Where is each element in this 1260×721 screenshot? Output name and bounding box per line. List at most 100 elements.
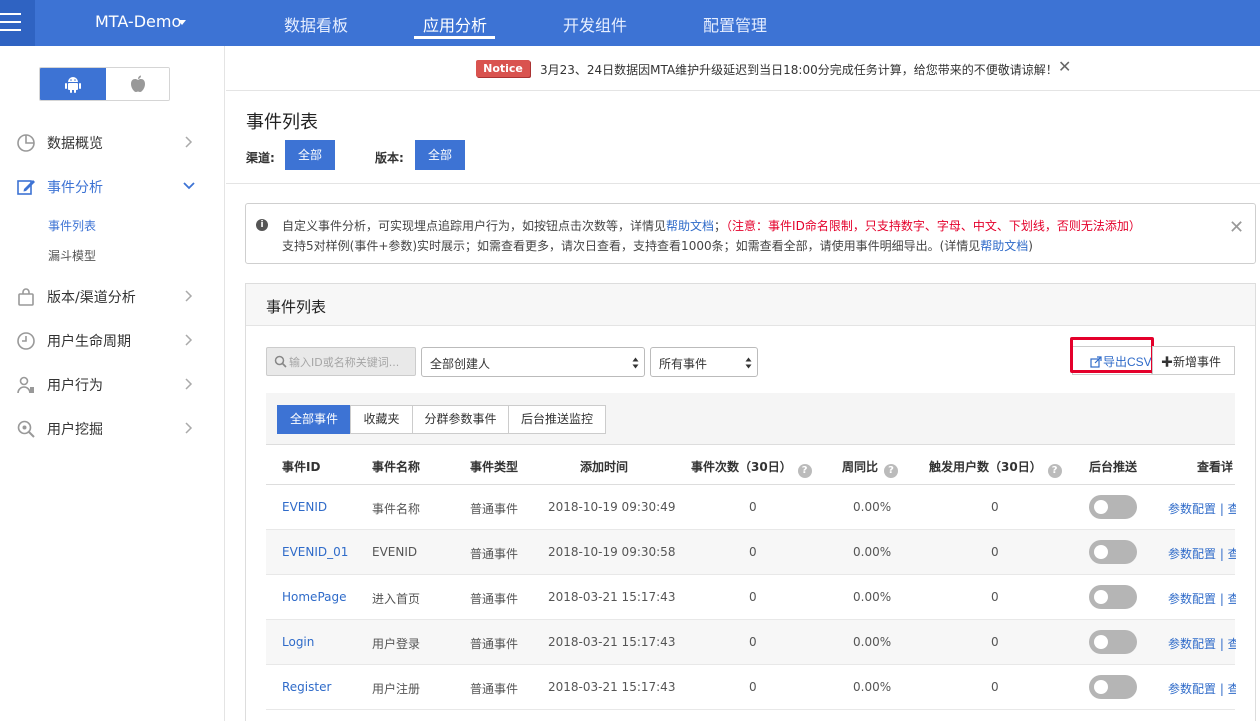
week-over-week: 0.00% <box>853 635 892 649</box>
toggle-knob <box>1094 545 1108 559</box>
panel-title: 事件列表 <box>266 298 327 316</box>
event-id-link[interactable]: Login <box>282 635 314 649</box>
table-row: EVENID_01 EVENID 普通事件 2018-10-19 09:30:58 0 0… <box>266 530 1240 575</box>
chevron-down-icon <box>183 182 195 190</box>
edit-icon <box>17 180 35 195</box>
toggle-knob <box>1094 590 1108 604</box>
event-id-link[interactable]: EVENID_01 <box>282 545 348 559</box>
event-type: 普通事件 <box>470 592 519 606</box>
sidebar-item-version-channel[interactable]: 版本/渠道分析 <box>0 282 225 312</box>
caret-down-icon[interactable] <box>178 20 186 25</box>
param-config-link[interactable]: 参数配置 | 查 <box>1168 545 1240 562</box>
panel-header: 事件列表 <box>246 284 1255 326</box>
magnify-icon <box>17 420 35 438</box>
col-event-name: 事件名称 <box>372 460 421 474</box>
export-label: 导出CSV <box>1103 355 1152 369</box>
close-icon[interactable]: ✕ <box>1229 217 1244 238</box>
sidebar-item-user-behavior[interactable]: 用户行为 <box>0 370 225 400</box>
tab-favorites[interactable]: 收藏夹 <box>350 405 413 434</box>
trigger-users: 0 <box>991 545 999 559</box>
page-header: 事件列表 渠道: 全部 版本: 全部 <box>226 91 1260 184</box>
table-row: Login 用户登录 普通事件 2018-03-21 15:17:43 0 0.00% 0 参… <box>266 620 1240 665</box>
add-event-button[interactable]: ✚新增事件 <box>1152 346 1235 375</box>
bag-icon <box>18 288 34 306</box>
info-text: 自定义事件分析，可实现埋点追踪用户行为，如按钮点击次数等，详情见 <box>282 219 667 233</box>
trigger-users: 0 <box>991 680 999 694</box>
event-type: 普通事件 <box>470 637 519 651</box>
info-text: ) <box>1028 239 1033 253</box>
channel-all-button[interactable]: 全部 <box>285 140 335 170</box>
export-csv-button[interactable]: 导出CSV <box>1072 346 1152 375</box>
push-toggle[interactable] <box>1089 585 1137 609</box>
week-over-week: 0.00% <box>853 500 892 514</box>
ios-platform-button[interactable] <box>106 68 169 100</box>
col-trigger-users: 触发用户数（30日）? <box>929 458 1062 478</box>
search-icon <box>274 355 287 368</box>
nav-config[interactable]: 配置管理 <box>703 12 767 36</box>
creator-select[interactable]: 全部创建人 <box>421 347 645 377</box>
android-platform-button[interactable] <box>40 68 106 100</box>
toggle-knob <box>1094 500 1108 514</box>
push-toggle[interactable] <box>1089 630 1137 654</box>
nav-dev-components[interactable]: 开发组件 <box>563 12 627 36</box>
info-line-2: 支持5对样例(事件+参数)实时展示；如需查看更多，请次日查看，支持查看1000条… <box>282 237 1033 254</box>
event-id-link[interactable]: Register <box>282 680 331 694</box>
submenu-funnel-model[interactable]: 漏斗模型 <box>48 247 96 264</box>
tab-all-events[interactable]: 全部事件 <box>277 405 351 434</box>
version-all-button[interactable]: 全部 <box>415 140 465 170</box>
event-id-link[interactable]: EVENID <box>282 500 327 514</box>
sidebar-item-event-analysis[interactable]: 事件分析 <box>0 172 225 202</box>
notice-close-icon[interactable]: ✕ <box>1058 57 1071 76</box>
sidebar-item-user-mining[interactable]: 用户挖掘 <box>0 414 225 444</box>
help-icon[interactable]: ? <box>797 464 812 478</box>
pie-chart-icon <box>17 134 35 152</box>
push-toggle[interactable] <box>1089 540 1137 564</box>
hamburger-menu-icon[interactable] <box>0 0 35 46</box>
info-text: 支持5对样例(事件+参数)实时展示；如需查看更多，请次日查看，支持查看1000条… <box>282 239 981 253</box>
event-list-panel: 事件列表 全部创建人 所有事件 导出CSV ✚新增事件 全部事件 收藏夹 分群参… <box>245 283 1256 721</box>
export-icon <box>1090 356 1102 368</box>
notice-badge: Notice <box>476 60 530 77</box>
event-type-select[interactable]: 所有事件 <box>650 347 758 377</box>
scrollbar[interactable] <box>1236 445 1254 721</box>
event-id-link[interactable]: HomePage <box>282 590 347 604</box>
android-icon <box>65 77 81 93</box>
trigger-users: 0 <box>991 635 999 649</box>
event-count: 0 <box>749 590 757 604</box>
help-icon[interactable]: ? <box>1047 464 1062 478</box>
event-name: 进入首页 <box>372 592 421 606</box>
select-value: 所有事件 <box>659 357 708 371</box>
event-name: EVENID <box>372 545 418 559</box>
chevron-right-icon <box>185 290 193 302</box>
app-switcher[interactable]: MTA-Demo <box>95 12 181 31</box>
week-over-week: 0.00% <box>853 680 892 694</box>
param-config-link[interactable]: 参数配置 | 查 <box>1168 590 1240 607</box>
nav-app-analysis[interactable]: 应用分析 <box>423 12 487 36</box>
sidebar-item-label: 用户行为 <box>47 378 103 394</box>
param-config-link[interactable]: 参数配置 | 查 <box>1168 500 1240 517</box>
param-config-link[interactable]: 参数配置 | 查 <box>1168 635 1240 652</box>
push-toggle[interactable] <box>1089 495 1137 519</box>
sidebar-item-label: 版本/渠道分析 <box>47 290 136 306</box>
week-over-week: 0.00% <box>853 545 892 559</box>
push-toggle[interactable] <box>1089 675 1137 699</box>
tab-push-monitor[interactable]: 后台推送监控 <box>508 405 606 434</box>
submenu-event-list[interactable]: 事件列表 <box>48 217 96 234</box>
user-icon <box>17 376 34 394</box>
sidebar-item-label: 用户生命周期 <box>47 334 131 350</box>
tab-segment-events[interactable]: 分群参数事件 <box>412 405 509 434</box>
info-icon: i <box>256 219 268 231</box>
sidebar-item-overview[interactable]: 数据概览 <box>0 128 225 158</box>
col-event-id: 事件ID <box>282 460 321 474</box>
search-input[interactable] <box>289 352 413 372</box>
select-arrows-icon <box>745 357 752 369</box>
help-icon[interactable]: ? <box>884 464 899 478</box>
add-event-label: ✚新增事件 <box>1161 355 1222 369</box>
help-doc-link[interactable]: 帮助文档 <box>980 239 1028 253</box>
add-time: 2018-10-19 09:30:49 <box>548 500 676 514</box>
param-config-link[interactable]: 参数配置 | 查 <box>1168 680 1240 697</box>
sidebar-item-lifecycle[interactable]: 用户生命周期 <box>0 326 225 356</box>
help-doc-link[interactable]: 帮助文档 <box>666 219 714 233</box>
table-row: Register 用户注册 普通事件 2018-03-21 15:17:43 0 0.00… <box>266 665 1240 710</box>
nav-data-board[interactable]: 数据看板 <box>284 12 348 36</box>
